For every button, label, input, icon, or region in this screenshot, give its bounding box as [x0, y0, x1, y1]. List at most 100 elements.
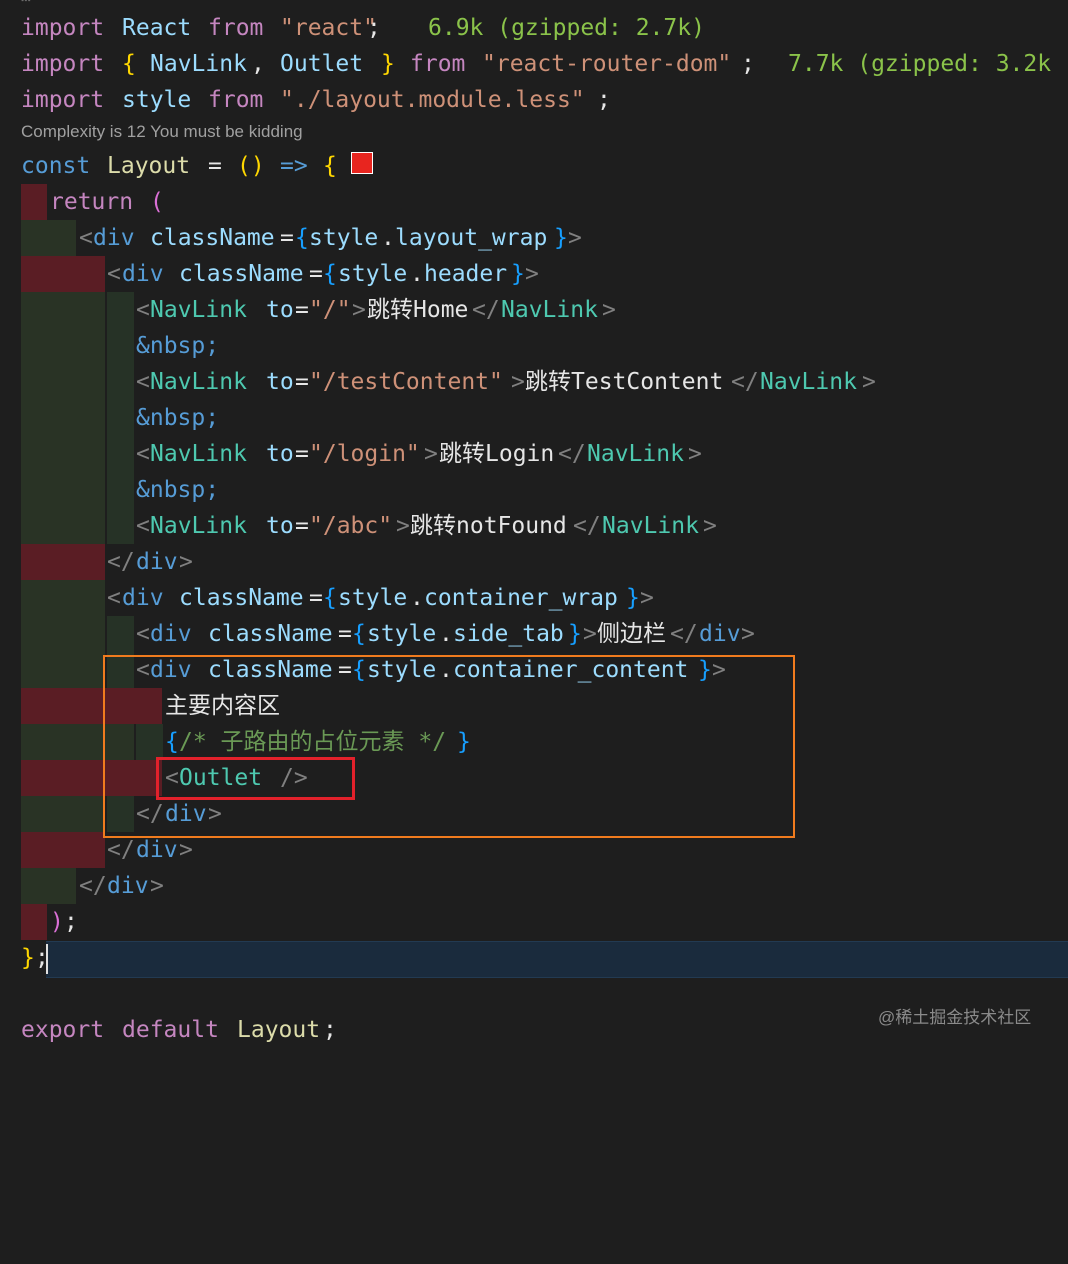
- tag-bracket: >: [640, 585, 654, 611]
- tag-bracket: <: [79, 225, 93, 251]
- dot: .: [410, 585, 424, 611]
- prop-side-tab: side_tab: [453, 621, 564, 647]
- id-style: style: [309, 225, 379, 251]
- code-line-nbsp-3[interactable]: &nbsp;: [0, 472, 1068, 508]
- tag-navlink: NavLink: [587, 441, 684, 467]
- tag-div: div: [93, 225, 135, 251]
- code-line-return[interactable]: return (: [0, 184, 1068, 220]
- kw-import: import: [21, 15, 105, 41]
- codelens-complexity[interactable]: Complexity is 12 You must be kidding: [21, 119, 303, 145]
- kw-default: default: [122, 1017, 219, 1043]
- paren-close: ): [50, 909, 64, 935]
- tag-bracket: >: [511, 369, 525, 395]
- clipped-line-above: ⋯: [21, 0, 31, 9]
- code-line-header[interactable]: < div className = { style . header } >: [0, 256, 1068, 292]
- indent-guide: [21, 436, 105, 472]
- attr-classname: className: [208, 621, 333, 647]
- tag-bracket: >: [703, 513, 717, 539]
- parens: (): [237, 153, 265, 179]
- op-equals: =: [280, 225, 294, 251]
- attr-to: to: [266, 441, 294, 467]
- code-line-layout-close[interactable]: </ div >: [0, 868, 1068, 904]
- indent-guide: [21, 328, 105, 364]
- str-style-path: "./layout.module.less": [280, 87, 585, 113]
- tag-bracket: </: [670, 621, 698, 647]
- text-cursor: [46, 944, 48, 974]
- code-line-2[interactable]: import { NavLink , Outlet } from "react-…: [0, 46, 1068, 82]
- code-line-3[interactable]: import style from "./layout.module.less"…: [0, 82, 1068, 118]
- code-line-navlink-login[interactable]: < NavLink to = "/login" > 跳转Login </ Nav…: [0, 436, 1068, 472]
- text-notfound: 跳转notFound: [410, 513, 567, 539]
- tag-bracket: >: [525, 261, 539, 287]
- kw-export: export: [21, 1017, 105, 1043]
- code-line-1[interactable]: import React from "react" ; 6.9k (gzippe…: [0, 10, 1068, 46]
- prop-layout-wrap: layout_wrap: [395, 225, 548, 251]
- op-equals: =: [338, 621, 352, 647]
- tag-bracket: >: [150, 873, 164, 899]
- prop-container-wrap: container_wrap: [424, 585, 618, 611]
- code-line-navlink-notfound[interactable]: < NavLink to = "/abc" > 跳转notFound </ Na…: [0, 508, 1068, 544]
- tag-bracket: <: [136, 297, 150, 323]
- indent-guide: [21, 292, 105, 328]
- code-line-layout-wrap[interactable]: < div className = { style . layout_wrap …: [0, 220, 1068, 256]
- tag-bracket: >: [688, 441, 702, 467]
- tag-bracket: </: [107, 549, 135, 575]
- code-line-nbsp-1[interactable]: &nbsp;: [0, 328, 1068, 364]
- op-equals: =: [295, 297, 309, 323]
- brace-close: }: [511, 261, 525, 287]
- prop-header: header: [424, 261, 508, 287]
- indent-guide: [21, 508, 105, 544]
- tag-bracket: >: [424, 441, 438, 467]
- str-path-test: "/testContent": [309, 369, 503, 395]
- indent-guide: [21, 796, 105, 832]
- tag-bracket: </: [573, 513, 601, 539]
- indent-guide: [107, 364, 134, 400]
- tag-div: div: [122, 261, 164, 287]
- tag-bracket: <: [136, 513, 150, 539]
- indent-guide: [21, 184, 47, 220]
- code-line-paren-close[interactable]: ) ;: [0, 904, 1068, 940]
- tag-bracket: <: [136, 621, 150, 647]
- code-line-container-wrap[interactable]: < div className = { style . container_wr…: [0, 580, 1068, 616]
- brace-open: {: [323, 585, 337, 611]
- brace-open: {: [323, 153, 337, 179]
- indent-guide: [21, 868, 76, 904]
- tag-bracket: >: [862, 369, 876, 395]
- import-cost-hint: 7.7k (gzipped: 3.2k: [788, 51, 1052, 77]
- brace-open: {: [295, 225, 309, 251]
- id-outlet: Outlet: [280, 51, 364, 77]
- code-line-navlink-test[interactable]: < NavLink to = "/testContent" > 跳转TestCo…: [0, 364, 1068, 400]
- kw-from: from: [208, 15, 264, 41]
- brace-close: }: [21, 945, 35, 971]
- brace-close: }: [554, 225, 568, 251]
- tag-bracket: <: [107, 585, 121, 611]
- brace-open: {: [352, 621, 366, 647]
- code-line-const[interactable]: const Layout = () => {: [0, 148, 1068, 184]
- code-line-fn-close[interactable]: } ;: [0, 940, 1068, 976]
- tag-bracket: <: [136, 369, 150, 395]
- id-style: style: [338, 261, 408, 287]
- tag-navlink: NavLink: [150, 297, 247, 323]
- semicolon: ;: [323, 1017, 337, 1043]
- tag-div: div: [122, 585, 164, 611]
- kw-from: from: [208, 87, 264, 113]
- tag-bracket: </: [472, 297, 500, 323]
- tag-bracket: >: [583, 621, 597, 647]
- kw-return: return: [50, 189, 134, 215]
- indent-guide: [107, 472, 134, 508]
- attr-classname: className: [179, 585, 304, 611]
- text-sidebar: 侧边栏: [597, 621, 666, 647]
- code-line-navlink-home[interactable]: < NavLink to = "/" > 跳转Home </ NavLink >: [0, 292, 1068, 328]
- dot: .: [439, 621, 453, 647]
- indent-guide: [107, 328, 134, 364]
- code-editor[interactable]: ⋯ import React from "react" ; 6.9k (gzip…: [0, 0, 1068, 1054]
- code-line-side-tab[interactable]: < div className = { style . side_tab } >…: [0, 616, 1068, 652]
- brace-open: {: [323, 261, 337, 287]
- entity-nbsp: &nbsp;: [136, 405, 220, 431]
- complexity-marker-icon: [351, 152, 373, 174]
- code-line-header-close[interactable]: </ div >: [0, 544, 1068, 580]
- code-line-nbsp-2[interactable]: &nbsp;: [0, 400, 1068, 436]
- str-router: "react-router-dom": [482, 51, 732, 77]
- tag-bracket: >: [396, 513, 410, 539]
- indent-guide: [21, 832, 105, 868]
